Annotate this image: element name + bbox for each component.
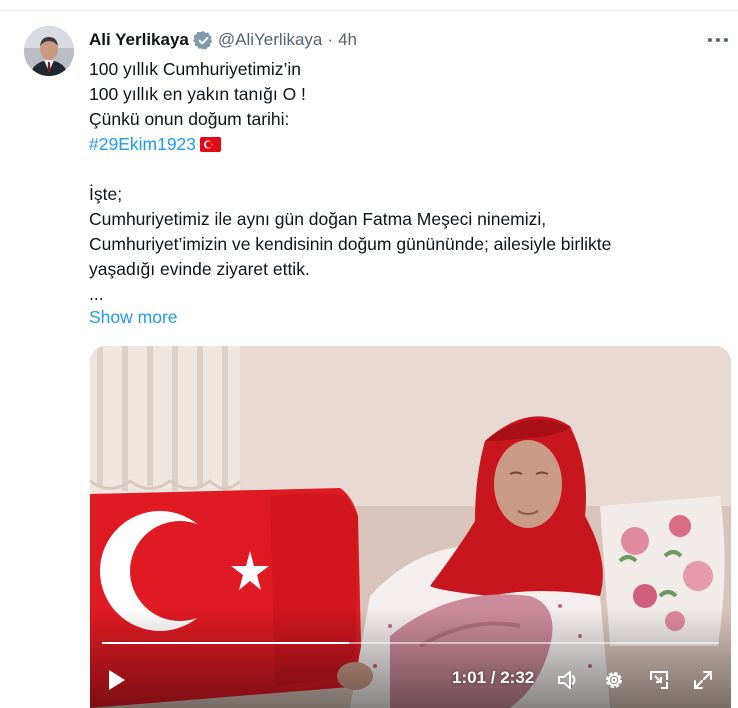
tweet-text: 100 yıllık Cumhuriyetimiz’in 100 yıllık … bbox=[89, 57, 719, 307]
turkey-flag-emoji bbox=[200, 137, 222, 152]
tweet-line: İşte; bbox=[89, 184, 123, 204]
author-handle[interactable]: @AliYerlikaya bbox=[218, 30, 323, 50]
gear-icon[interactable] bbox=[602, 668, 626, 692]
time-separator: / bbox=[486, 668, 501, 687]
tweet-line: Cumhuriyet’imizin ve kendisinin doğum gü… bbox=[89, 234, 612, 254]
tweet-line: ... bbox=[89, 284, 104, 304]
tweet-line: yaşadığı evinde ziyaret ettik. bbox=[89, 259, 310, 279]
top-divider bbox=[0, 10, 738, 11]
author-name[interactable]: Ali Yerlikaya bbox=[89, 30, 189, 50]
avatar-photo bbox=[24, 26, 74, 76]
tweet-line: Çünkü onun doğum tarihi: bbox=[89, 109, 290, 129]
hashtag-line: #29Ekim1923 bbox=[89, 132, 719, 157]
tweet-line: 100 yıllık en yakın tanığı O ! bbox=[89, 84, 306, 104]
current-time: 1:01 bbox=[452, 668, 487, 687]
tweet-header: Ali Yerlikaya @AliYerlikaya · 4h bbox=[89, 28, 357, 52]
show-more-link[interactable]: Show more bbox=[89, 305, 178, 330]
hashtag-link[interactable]: #29Ekim1923 bbox=[89, 134, 196, 154]
duration: 2:32 bbox=[500, 668, 535, 687]
progress-fill bbox=[102, 642, 349, 644]
avatar[interactable] bbox=[24, 26, 74, 76]
verified-badge-icon bbox=[193, 30, 212, 50]
volume-icon[interactable] bbox=[556, 668, 582, 692]
tweet-line: Cumhuriyetimiz ile aynı gün doğan Fatma … bbox=[89, 209, 547, 229]
play-icon[interactable] bbox=[106, 668, 128, 692]
fullscreen-icon[interactable] bbox=[691, 668, 715, 692]
tweet-timestamp[interactable]: 4h bbox=[338, 30, 357, 50]
video-controls: 1:01 / 2:32 bbox=[90, 346, 731, 708]
more-icon[interactable] bbox=[706, 30, 730, 50]
time-readout: 1:01 / 2:32 bbox=[452, 668, 534, 688]
video-player[interactable]: 1:01 / 2:32 bbox=[90, 346, 731, 708]
separator-dot: · bbox=[327, 30, 334, 49]
tweet-line: 100 yıllık Cumhuriyetimiz’in bbox=[89, 59, 302, 79]
picture-in-picture-icon[interactable] bbox=[647, 668, 671, 692]
